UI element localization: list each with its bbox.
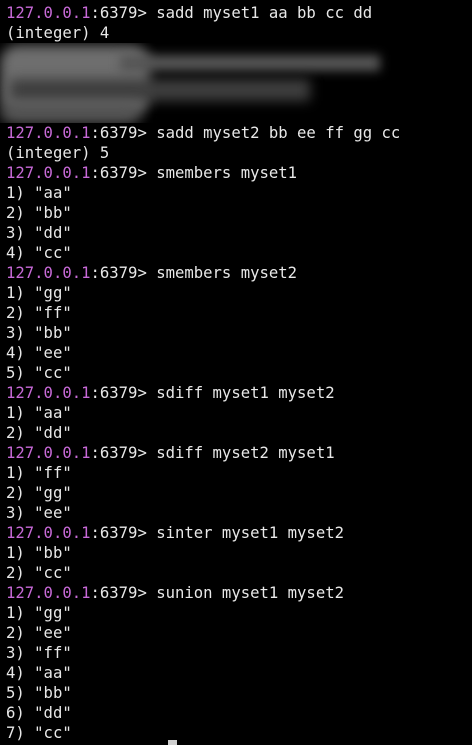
redacted-region — [0, 43, 472, 123]
output-line: 2) "ff" — [6, 304, 72, 322]
prompt-line: 127.0.0.1:6379> sdiff myset1 myset2 — [6, 383, 472, 403]
prompt-line: 127.0.0.1:6379> smembers myset1 — [6, 163, 472, 183]
prompt-port: :6379> — [90, 384, 157, 402]
output-line: 3) "ff" — [6, 644, 72, 662]
output-line: 2) "bb" — [6, 204, 72, 222]
output-line: 1) "gg" — [6, 284, 72, 302]
output-line: 1) "aa" — [6, 404, 72, 422]
output-line: 1) "bb" — [6, 544, 72, 562]
command-text: smembers myset1 — [156, 164, 298, 182]
command-text: sunion myset1 myset2 — [156, 584, 344, 602]
prompt-port: :6379> — [90, 444, 157, 462]
output-line: 1) "ff" — [6, 464, 72, 482]
prompt-host: 127.0.0.1 — [6, 124, 91, 142]
output-line: 3) "bb" — [6, 324, 72, 342]
output-line: 5) "cc" — [6, 364, 72, 382]
output-line: 2) "gg" — [6, 484, 72, 502]
prompt-line: 127.0.0.1:6379> smembers myset2 — [6, 263, 472, 283]
output-line: 6) "dd" — [6, 704, 72, 722]
command-text: sinter myset1 myset2 — [156, 524, 344, 542]
text-cursor — [168, 740, 177, 745]
output-line: 3) "ee" — [6, 504, 72, 522]
prompt-host: 127.0.0.1 — [6, 524, 91, 542]
prompt-port: :6379> — [90, 264, 157, 282]
prompt-port: :6379> — [90, 164, 157, 182]
command-text: sdiff myset1 myset2 — [156, 384, 335, 402]
prompt-host: 127.0.0.1 — [6, 384, 91, 402]
output-line: (integer) 5 — [6, 144, 110, 162]
output-line: 4) "cc" — [6, 244, 72, 262]
prompt-port: :6379> — [90, 4, 157, 22]
output-line: 2) "ee" — [6, 624, 72, 642]
prompt-port: :6379> — [90, 124, 157, 142]
output-line: 4) "ee" — [6, 344, 72, 362]
command-text: sadd myset1 aa bb cc dd — [156, 4, 373, 22]
output-line: 3) "dd" — [6, 224, 72, 242]
output-line: 4) "aa" — [6, 664, 72, 682]
prompt-line: 127.0.0.1:6379> sadd myset1 aa bb cc dd — [6, 3, 472, 23]
prompt-host: 127.0.0.1 — [6, 4, 91, 22]
command-text: sdiff myset2 myset1 — [156, 444, 335, 462]
prompt-line: 127.0.0.1:6379> sunion myset1 myset2 — [6, 583, 472, 603]
prompt-host: 127.0.0.1 — [6, 264, 91, 282]
output-line: (integer) 4 — [6, 24, 110, 42]
prompt-line: 127.0.0.1:6379> sadd myset2 bb ee ff gg … — [6, 123, 472, 143]
prompt-host: 127.0.0.1 — [6, 164, 91, 182]
output-line: 2) "dd" — [6, 424, 72, 442]
command-text: sadd myset2 bb ee ff gg cc — [156, 124, 401, 142]
prompt-host: 127.0.0.1 — [6, 584, 91, 602]
output-line: 5) "bb" — [6, 684, 72, 702]
output-line: 1) "gg" — [6, 604, 72, 622]
output-line: 1) "aa" — [6, 184, 72, 202]
output-line: 2) "cc" — [6, 564, 72, 582]
terminal-window[interactable]: 127.0.0.1:6379> sadd myset1 aa bb cc dd … — [0, 0, 472, 745]
prompt-host: 127.0.0.1 — [6, 444, 91, 462]
prompt-line: 127.0.0.1:6379> sdiff myset2 myset1 — [6, 443, 472, 463]
output-line: 7) "cc" — [6, 724, 72, 742]
command-text: smembers myset2 — [156, 264, 298, 282]
prompt-line: 127.0.0.1:6379> sinter myset1 myset2 — [6, 523, 472, 543]
prompt-port: :6379> — [90, 584, 157, 602]
prompt-port: :6379> — [90, 524, 157, 542]
